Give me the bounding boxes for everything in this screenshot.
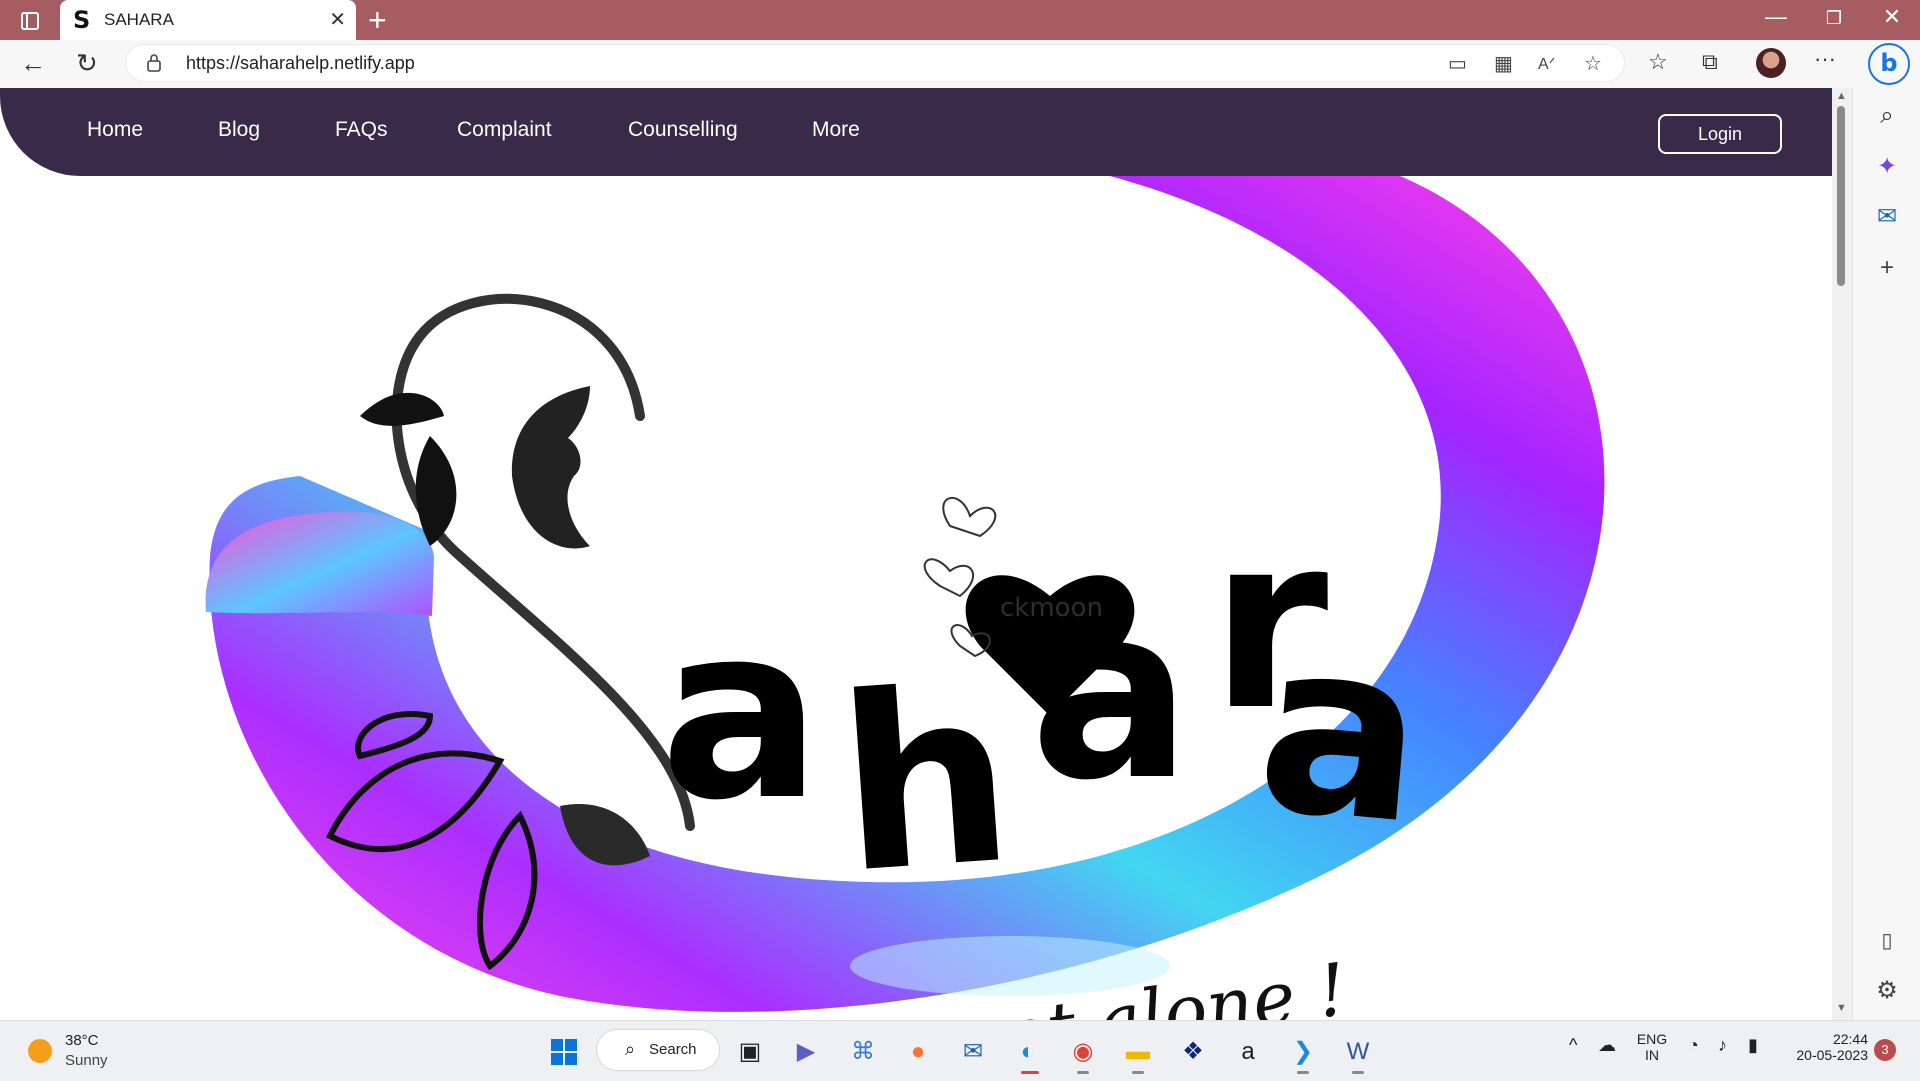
site-favicon-icon: S: [73, 6, 91, 34]
notification-badge[interactable]: 3: [1874, 1039, 1896, 1061]
address-bar[interactable]: https://saharahelp.netlify.app ▭ ▦ Aᐟ ☆: [126, 45, 1624, 81]
nav-link-home[interactable]: Home: [87, 118, 143, 142]
show-hidden-icons-chevron-icon[interactable]: ^: [1569, 1035, 1577, 1056]
sidebar-settings-icon[interactable]: ⚙: [1869, 976, 1905, 1005]
chrome-icon[interactable]: ◉: [1066, 1035, 1100, 1069]
svg-text:a: a: [1248, 585, 1434, 878]
amazon-icon[interactable]: a: [1231, 1035, 1265, 1069]
watermark-text: ckmoon: [1000, 593, 1103, 623]
collections-icon[interactable]: ⧉: [1702, 49, 1718, 75]
nav-link-counselling[interactable]: Counselling: [628, 118, 738, 142]
outlook-icon[interactable]: ✉: [1869, 202, 1905, 231]
restore-button[interactable]: ❐: [1814, 8, 1854, 29]
onedrive-icon[interactable]: ☁: [1598, 1035, 1616, 1056]
weather-condition[interactable]: Sunny: [65, 1052, 108, 1069]
tab-close-icon[interactable]: ✕: [329, 7, 346, 32]
tab-title: SAHARA: [104, 10, 174, 29]
taskbar-search-label: Search: [649, 1041, 697, 1058]
vscode-icon[interactable]: ❯: [1286, 1035, 1320, 1069]
face-silhouette: [511, 386, 590, 549]
clock[interactable]: 22:44 20-05-2023: [1784, 1031, 1868, 1063]
add-sidebar-app-icon[interactable]: +: [1869, 254, 1905, 282]
lock-icon[interactable]: [146, 53, 162, 73]
mail-icon[interactable]: ✉: [956, 1035, 990, 1069]
hide-sidebar-icon[interactable]: ▯: [1869, 928, 1905, 953]
profile-avatar[interactable]: [1756, 48, 1786, 78]
url-text[interactable]: https://saharahelp.netlify.app: [186, 53, 415, 74]
language-code: ENG: [1636, 1031, 1668, 1047]
close-window-button[interactable]: ✕: [1872, 4, 1912, 30]
sahara-hero-banner: a h a r a ckmoon You are not alone !: [205, 176, 1605, 1020]
page-scrollbar[interactable]: ▲ ▼: [1832, 88, 1852, 1020]
nav-link-blog[interactable]: Blog: [218, 118, 260, 142]
task-view-icon[interactable]: ▣: [733, 1035, 767, 1069]
clock-time: 22:44: [1832, 1031, 1868, 1047]
nav-link-more[interactable]: More: [812, 118, 860, 142]
battery-icon[interactable]: ▮: [1748, 1035, 1758, 1056]
scroll-down-icon[interactable]: ▼: [1836, 1002, 1847, 1014]
taskbar-search[interactable]: ⌕ Search: [597, 1030, 719, 1070]
minimize-button[interactable]: —: [1756, 4, 1796, 30]
back-button[interactable]: ←: [20, 48, 46, 79]
windows-taskbar: 38°C Sunny ⌕ Search ▣ ▶ ⌘ ● ✉ ◐ ◉ ▬ ❖ a …: [0, 1020, 1920, 1081]
edge-sidebar: ⌕ ✦ ✉ + ▯ ⚙: [1852, 88, 1920, 1020]
running-app-indicator: [1297, 1071, 1309, 1074]
edge-icon[interactable]: ◐: [1011, 1035, 1045, 1069]
login-button[interactable]: Login: [1658, 114, 1782, 154]
bing-chat-icon[interactable]: b: [1868, 43, 1910, 85]
add-favorite-icon[interactable]: ☆: [1584, 51, 1602, 76]
favorites-icon[interactable]: ☆: [1648, 49, 1668, 75]
running-app-indicator: [1132, 1071, 1144, 1074]
weather-sun-icon[interactable]: [28, 1039, 52, 1063]
browser-toolbar: ← ↻ https://saharahelp.netlify.app ▭ ▦ A…: [0, 40, 1920, 89]
nav-link-complaint[interactable]: Complaint: [457, 118, 552, 142]
scroll-thumb[interactable]: [1837, 106, 1845, 286]
refresh-button[interactable]: ↻: [76, 48, 98, 79]
app-available-icon[interactable]: ▭: [1448, 51, 1467, 76]
volume-icon[interactable]: ♪: [1718, 1035, 1727, 1056]
word-icon[interactable]: W: [1341, 1035, 1375, 1069]
scroll-up-icon[interactable]: ▲: [1836, 90, 1847, 102]
new-tab-button[interactable]: +: [368, 2, 387, 39]
wifi-icon[interactable]: ◔: [1688, 1035, 1699, 1056]
dropbox-icon[interactable]: ❖: [1176, 1035, 1210, 1069]
search-icon: ⌕: [625, 1039, 636, 1059]
svg-text:a: a: [660, 573, 822, 853]
browser-tab-sahara[interactable]: S SAHARA ✕: [60, 0, 356, 40]
settings-more-icon[interactable]: ···: [1814, 46, 1836, 72]
page-viewport: Home Blog FAQs Complaint Counselling Mor…: [0, 88, 1832, 1020]
language-indicator[interactable]: ENG IN: [1636, 1031, 1668, 1063]
browser-title-bar: S SAHARA ✕ + — ❐ ✕: [0, 0, 1920, 40]
site-navbar: Home Blog FAQs Complaint Counselling Mor…: [0, 88, 1832, 176]
windows-start-icon[interactable]: [547, 1035, 581, 1069]
running-app-indicator: [1077, 1071, 1089, 1074]
search-icon[interactable]: ⌕: [1869, 102, 1905, 130]
nav-link-faqs[interactable]: FAQs: [335, 118, 388, 142]
copilot-icon[interactable]: ✦: [1869, 152, 1905, 181]
weather-temperature[interactable]: 38°C: [65, 1032, 99, 1049]
clock-date: 20-05-2023: [1796, 1047, 1868, 1063]
region-code: IN: [1645, 1047, 1659, 1063]
svg-text:h: h: [831, 636, 1021, 927]
read-aloud-icon[interactable]: Aᐟ: [1538, 54, 1555, 74]
tab-actions-icon[interactable]: [16, 8, 44, 34]
python-icon[interactable]: ⌘: [846, 1035, 880, 1069]
teams-chat-icon[interactable]: ▶: [789, 1035, 823, 1069]
file-explorer-icon[interactable]: ▬: [1121, 1035, 1155, 1069]
running-app-indicator: [1352, 1071, 1364, 1074]
active-app-indicator: [1021, 1071, 1039, 1074]
firefox-icon[interactable]: ●: [901, 1035, 935, 1069]
qr-scan-icon[interactable]: ▦: [1494, 51, 1513, 76]
